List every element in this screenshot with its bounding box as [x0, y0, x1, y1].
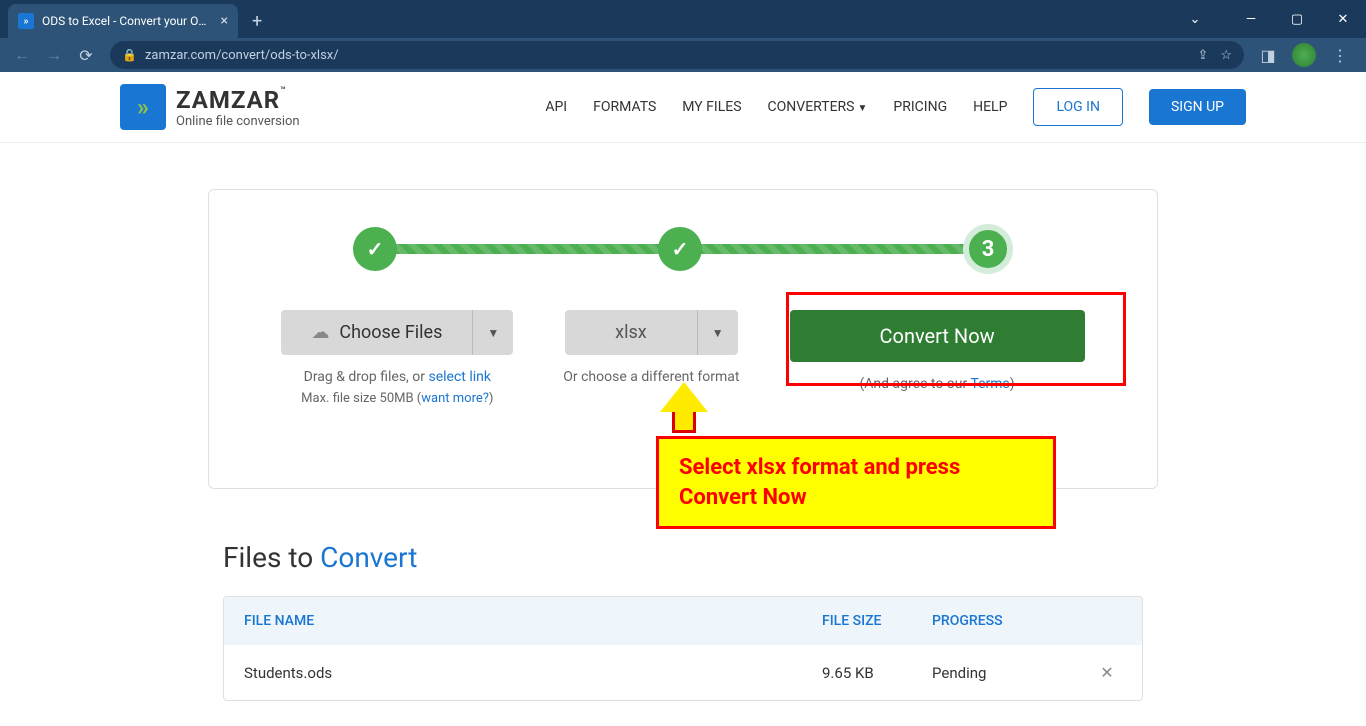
- file-size: 9.65 KB: [822, 664, 932, 682]
- maximize-icon[interactable]: ▢: [1274, 4, 1320, 34]
- format-select[interactable]: xlsx: [565, 310, 697, 355]
- max-size-hint: Max. file size 50MB (want more?): [301, 391, 493, 406]
- bookmark-icon[interactable]: ☆: [1220, 48, 1232, 63]
- close-icon[interactable]: ✕: [1320, 4, 1366, 34]
- drag-hint: Drag & drop files, or select link: [304, 369, 491, 385]
- menu-icon[interactable]: ⋮: [1326, 41, 1354, 69]
- choose-files-dropdown[interactable]: ▼: [472, 310, 513, 355]
- nav-formats[interactable]: FORMATS: [593, 99, 656, 115]
- files-table-head: FILE NAME FILE SIZE PROGRESS: [224, 597, 1142, 645]
- step2-check-icon: ✓: [658, 227, 702, 271]
- nav-converters[interactable]: CONVERTERS▼: [768, 99, 868, 115]
- nav-help[interactable]: HELP: [973, 99, 1007, 115]
- minimize-icon[interactable]: —: [1228, 4, 1274, 34]
- browser-titlebar: » ODS to Excel - Convert your ODS × + ⌄ …: [0, 0, 1366, 38]
- terms-hint: (And agree to our Terms): [859, 376, 1014, 392]
- logo[interactable]: » ZAMZAR™ Online file conversion: [120, 84, 300, 130]
- files-title: Files to Convert: [223, 541, 1143, 574]
- new-tab-button[interactable]: +: [252, 11, 262, 32]
- tab-favicon-icon: »: [18, 13, 34, 29]
- brand-tm: ™: [280, 86, 286, 96]
- profile-avatar[interactable]: [1292, 43, 1316, 67]
- brand-tagline: Online file conversion: [176, 114, 300, 129]
- url-text: zamzar.com/convert/ods-to-xlsx/: [145, 48, 339, 63]
- page-content: » ZAMZAR™ Online file conversion API FOR…: [0, 72, 1366, 726]
- file-progress: Pending: [932, 664, 1092, 682]
- browser-toolbar: ← → ⟳ 🔒 zamzar.com/convert/ods-to-xlsx/ …: [0, 38, 1366, 72]
- choose-files-button[interactable]: ☁ Choose Files: [281, 310, 472, 355]
- col-filesize: FILE SIZE: [822, 613, 932, 629]
- address-bar[interactable]: 🔒 zamzar.com/convert/ods-to-xlsx/ ⇪ ☆: [110, 41, 1244, 69]
- forward-button[interactable]: →: [40, 41, 68, 69]
- table-row: Students.ods 9.65 KB Pending ✕: [224, 645, 1142, 700]
- tab-title: ODS to Excel - Convert your ODS: [42, 14, 213, 28]
- annotation-callout: Select xlsx format and press Convert Now: [656, 436, 1056, 529]
- side-panel-icon[interactable]: ◨: [1254, 41, 1282, 69]
- select-link[interactable]: select link: [428, 369, 491, 385]
- choose-files-label: Choose Files: [339, 322, 442, 343]
- step1-check-icon: ✓: [353, 227, 397, 271]
- login-button[interactable]: LOG IN: [1033, 88, 1123, 126]
- choose-files-group: ☁ Choose Files ▼: [281, 310, 513, 355]
- back-button[interactable]: ←: [8, 41, 36, 69]
- upload-icon: ☁: [311, 322, 329, 343]
- want-more-link[interactable]: want more?: [421, 391, 489, 406]
- file-delete-icon[interactable]: ✕: [1092, 663, 1122, 682]
- files-section: Files to Convert FILE NAME FILE SIZE PRO…: [223, 541, 1143, 701]
- tab-close-icon[interactable]: ×: [221, 13, 228, 29]
- format-dropdown[interactable]: ▼: [697, 310, 738, 355]
- chevron-down-icon: ▼: [857, 103, 867, 114]
- callout-text: Select xlsx format and press Convert Now: [679, 453, 1033, 512]
- reload-button[interactable]: ⟳: [72, 41, 100, 69]
- site-header: » ZAMZAR™ Online file conversion API FOR…: [0, 72, 1366, 143]
- logo-icon: »: [120, 84, 166, 130]
- nav-myfiles[interactable]: MY FILES: [682, 99, 741, 115]
- format-hint: Or choose a different format: [563, 369, 739, 385]
- brand-name: ZAMZAR: [176, 86, 280, 114]
- terms-link[interactable]: Terms: [970, 376, 1009, 392]
- nav-pricing[interactable]: PRICING: [893, 99, 947, 115]
- tab-dropdown-icon[interactable]: ⌄: [1172, 4, 1218, 34]
- format-group: xlsx ▼: [565, 310, 737, 355]
- window-controls: ⌄ — ▢ ✕: [1172, 0, 1366, 38]
- step3-badge: 3: [963, 224, 1013, 274]
- browser-tab[interactable]: » ODS to Excel - Convert your ODS ×: [8, 4, 238, 38]
- share-icon[interactable]: ⇪: [1197, 48, 1208, 63]
- signup-button[interactable]: SIGN UP: [1149, 89, 1246, 125]
- file-name: Students.ods: [244, 664, 822, 682]
- lock-icon: 🔒: [122, 48, 137, 62]
- step-indicator: ✓ ✓ 3: [353, 224, 1013, 274]
- col-progress: PROGRESS: [932, 613, 1092, 629]
- main-nav: API FORMATS MY FILES CONVERTERS▼ PRICING…: [545, 88, 1246, 126]
- nav-api[interactable]: API: [545, 99, 567, 115]
- col-filename: FILE NAME: [244, 613, 822, 629]
- convert-now-button[interactable]: Convert Now: [790, 310, 1085, 362]
- annotation-arrow-icon: [660, 382, 708, 433]
- files-table: FILE NAME FILE SIZE PROGRESS Students.od…: [223, 596, 1143, 701]
